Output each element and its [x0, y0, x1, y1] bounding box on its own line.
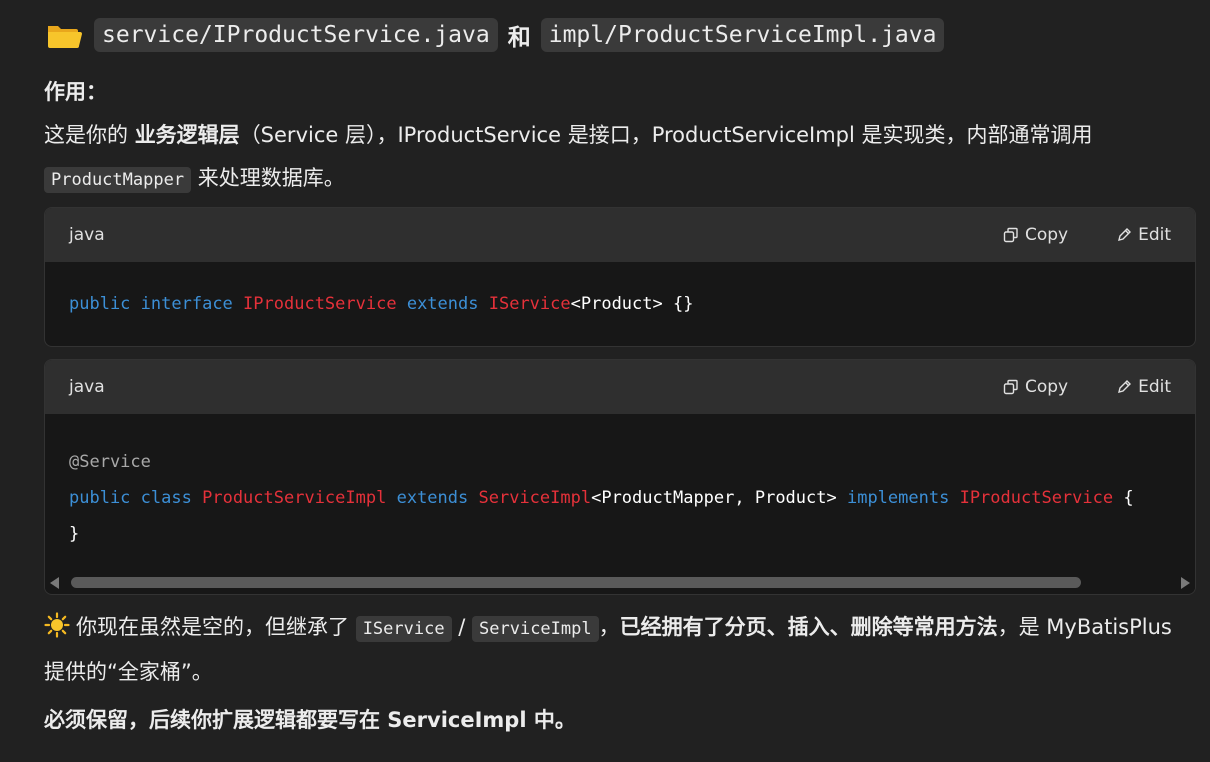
- code-token: IService: [488, 294, 571, 314]
- copy-label: Copy: [1024, 377, 1069, 397]
- horizontal-scrollbar[interactable]: [45, 572, 1195, 592]
- code-line: @Service: [69, 444, 1171, 480]
- section-heading: service/IProductService.java 和 impl/Prod…: [44, 14, 945, 56]
- code-block-header: java Copy Edit: [45, 360, 1195, 414]
- code-token: ProductServiceImpl: [202, 488, 387, 508]
- copy-button[interactable]: Copy: [1003, 377, 1068, 397]
- edit-icon: [1118, 380, 1132, 393]
- inherit-text-1: 你现在虽然是空的，但继承了: [76, 615, 356, 639]
- code-token: public: [69, 294, 131, 314]
- inherit-separator: /: [451, 615, 473, 639]
- scrollbar-thumb[interactable]: [71, 577, 1081, 588]
- inline-code-serviceimpl: ServiceImpl: [472, 616, 599, 642]
- role-label: 作用：: [44, 80, 107, 104]
- sun-icon: [44, 612, 70, 638]
- code-token: <Product> {}: [570, 294, 694, 314]
- inline-code-mapper: ProductMapper: [44, 167, 192, 193]
- scroll-right-arrow-icon[interactable]: [1181, 577, 1190, 589]
- desc-text-2: （Service 层），IProductService 是接口，ProductS…: [239, 123, 1093, 147]
- desc-text-3: 来处理数据库。: [191, 166, 345, 190]
- code-token: public: [69, 488, 131, 508]
- code-token: implements: [846, 488, 950, 508]
- code-token: IProductService: [243, 294, 397, 314]
- inheritance-paragraph: 你现在虽然是空的，但继承了 IService / ServiceImpl ，已经拥…: [44, 606, 1194, 694]
- copy-icon: [1003, 227, 1018, 243]
- code-content: public interface IProductService extends…: [45, 262, 1195, 316]
- code-token: extends: [406, 294, 479, 314]
- inherit-bold-methods: 已经拥有了分页、插入、删除等常用方法: [619, 615, 998, 639]
- edit-label: Edit: [1138, 225, 1171, 245]
- code-content: @Service public class ProductServiceImpl …: [45, 414, 1195, 572]
- code-token: {: [1113, 488, 1134, 508]
- code-line: public class ProductServiceImpl extends …: [69, 480, 1171, 516]
- code-token: IProductService: [959, 488, 1114, 508]
- final-note: 必须保留，后续你扩展逻辑都要写在 ServiceImpl 中。: [44, 708, 576, 732]
- code-token: }: [69, 524, 80, 544]
- desc-text-1: 这是你的: [44, 123, 135, 147]
- code-language-label: java: [69, 377, 105, 397]
- edit-label: Edit: [1138, 377, 1171, 397]
- code-block-header: java Copy Edit: [45, 208, 1195, 262]
- desc-bold-layer: 业务逻辑层: [134, 123, 240, 147]
- code-token: class: [140, 488, 192, 508]
- code-line: }: [69, 516, 1171, 552]
- code-token: interface: [140, 294, 233, 314]
- copy-button[interactable]: Copy: [1003, 225, 1068, 245]
- copy-label: Copy: [1024, 225, 1069, 245]
- code-token: ServiceImpl: [478, 488, 592, 508]
- scroll-left-arrow-icon[interactable]: [50, 577, 59, 589]
- heading-joiner: 和: [507, 25, 531, 51]
- code-token: <ProductMapper, Product>: [591, 488, 847, 508]
- folder-icon: [48, 26, 82, 48]
- code-block-interface: java Copy Edit public interface IProduct…: [44, 207, 1196, 347]
- file-name-service: service/IProductService.java: [94, 18, 498, 52]
- code-language-label: java: [69, 225, 105, 245]
- file-name-impl: impl/ProductServiceImpl.java: [540, 18, 945, 52]
- copy-icon: [1003, 379, 1018, 395]
- code-line: public interface IProductService extends…: [69, 292, 1171, 316]
- inherit-text-2: ，: [598, 615, 620, 639]
- code-block-impl: java Copy Edit @Service public class Prod…: [44, 359, 1196, 595]
- inline-code-iservice: IService: [355, 616, 452, 642]
- edit-button[interactable]: Edit: [1116, 377, 1171, 397]
- edit-button[interactable]: Edit: [1116, 225, 1171, 245]
- code-token: extends: [396, 488, 469, 508]
- code-block-actions: Copy Edit: [1003, 225, 1171, 245]
- code-token: @Service: [69, 452, 151, 472]
- description-paragraph: 这是你的 业务逻辑层（Service 层），IProductService 是接…: [44, 114, 1194, 202]
- code-block-actions: Copy Edit: [1003, 377, 1171, 397]
- edit-icon: [1118, 228, 1132, 241]
